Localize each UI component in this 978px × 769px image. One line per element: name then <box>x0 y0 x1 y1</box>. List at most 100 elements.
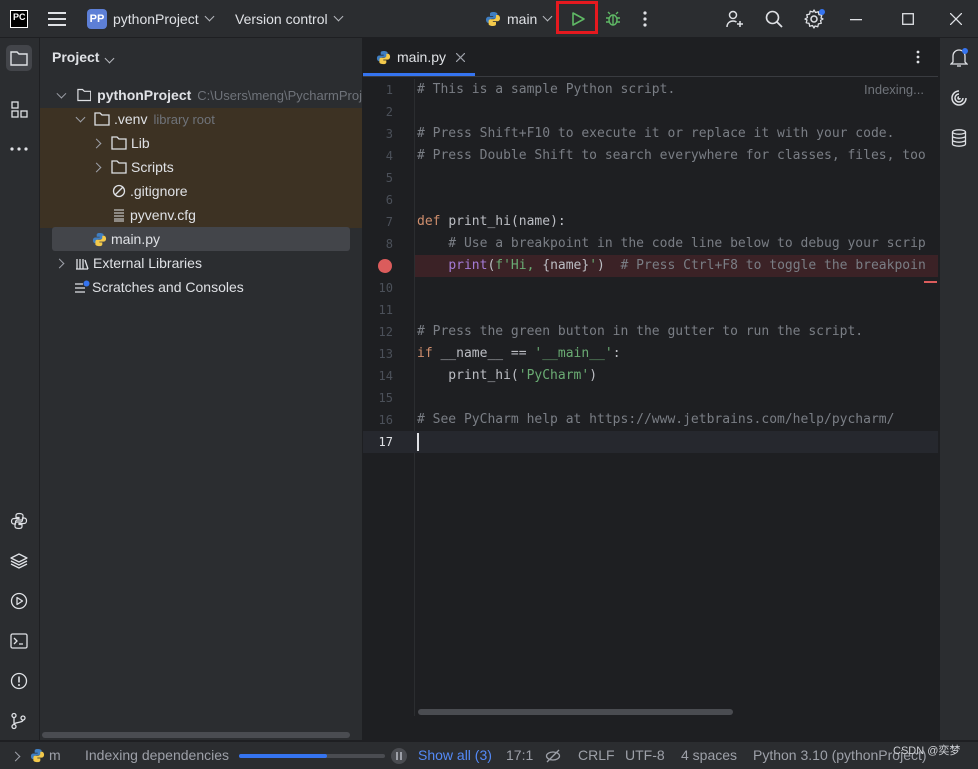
tab-main-py[interactable]: main.py <box>363 38 475 76</box>
tree-item-main-py[interactable]: main.py <box>40 227 362 251</box>
tree-item-lib[interactable]: Lib <box>40 131 362 155</box>
project-panel-header[interactable]: Project <box>52 49 115 65</box>
error-stripe-marker[interactable] <box>924 281 937 283</box>
line-number[interactable]: 8 <box>363 233 393 255</box>
line-separator[interactable]: CRLF <box>578 742 615 769</box>
close-button[interactable] <box>950 0 962 37</box>
tab-label: main.py <box>397 49 447 65</box>
project-panel-title: Project <box>52 49 100 65</box>
code-area[interactable]: # This is a sample Python script. # Pres… <box>417 79 937 719</box>
indent-setting[interactable]: 4 spaces <box>681 742 737 769</box>
chevron-right-icon <box>91 138 102 148</box>
folder-icon <box>10 51 28 66</box>
line-number[interactable]: 11 <box>363 299 393 321</box>
right-tool-strip <box>939 38 978 740</box>
more-vertical-icon <box>643 10 647 27</box>
version-control-menu[interactable]: Version control <box>235 0 344 37</box>
folder-icon <box>94 112 110 126</box>
string: '__main__' <box>534 346 613 361</box>
line-number[interactable]: 1 <box>363 79 393 101</box>
code-line-4: # Press Double Shift to search everywher… <box>417 145 926 167</box>
minimize-button[interactable] <box>850 0 862 37</box>
line-number[interactable]: 12 <box>363 321 393 343</box>
line-number[interactable]: 16 <box>363 409 393 431</box>
code-text: : <box>612 346 621 361</box>
add-user-icon <box>726 10 743 27</box>
pause-indexing-button[interactable] <box>391 748 407 764</box>
comment: # This is a sample Python script. <box>417 82 676 97</box>
run-circle-icon <box>10 592 28 610</box>
chevron-down-icon <box>204 11 215 22</box>
code-line-3: # Press Shift+F10 to execute it or repla… <box>417 123 894 145</box>
navigation-chevron-button[interactable] <box>10 742 21 769</box>
tree-item-scratches[interactable]: Scratches and Consoles <box>40 275 362 299</box>
tree-item-venv[interactable]: .venv library root <box>40 107 362 131</box>
line-number[interactable]: 3 <box>363 123 393 145</box>
notifications-button[interactable] <box>946 45 972 71</box>
debug-button[interactable] <box>604 0 622 37</box>
watermark: CSDN @奕梦 <box>893 745 961 757</box>
run-config-selector[interactable]: main <box>485 0 553 37</box>
file-encoding[interactable]: UTF-8 <box>625 742 665 769</box>
project-selector[interactable]: PP pythonProject <box>87 0 215 37</box>
breadcrumb[interactable]: m <box>30 742 61 769</box>
line-number[interactable]: 14 <box>363 365 393 387</box>
code-line-8: # Use a breakpoint in the code line belo… <box>417 233 926 255</box>
menu-icon <box>48 11 66 26</box>
hamburger-menu-button[interactable] <box>48 0 66 37</box>
more-tools-button[interactable] <box>6 136 32 162</box>
search-button[interactable] <box>764 0 784 37</box>
terminal-tool-button[interactable] <box>6 628 32 654</box>
line-number[interactable]: 7 <box>363 211 393 233</box>
project-tool-button[interactable] <box>6 45 32 71</box>
python-console-icon <box>10 512 28 530</box>
tree-item-label: .venv <box>114 111 148 127</box>
tree-item-tag: library root <box>153 111 215 127</box>
tree-item-external-libraries[interactable]: External Libraries <box>40 251 362 275</box>
tree-item-gitignore[interactable]: .gitignore <box>40 179 362 203</box>
line-number[interactable]: 2 <box>363 101 393 123</box>
add-user-button[interactable] <box>725 0 745 37</box>
close-tab-icon[interactable] <box>456 52 466 62</box>
database-button[interactable] <box>946 125 972 151</box>
comment: # Use a breakpoint in the code line belo… <box>417 236 926 251</box>
ai-assistant-button[interactable] <box>946 85 972 111</box>
line-number[interactable]: 4 <box>363 145 393 167</box>
python-packages-button[interactable] <box>6 508 32 534</box>
problems-tool-button[interactable] <box>6 668 32 694</box>
indexing-status: Indexing dependencies <box>85 747 230 763</box>
pause-icon <box>396 752 402 760</box>
line-number-gutter[interactable]: 1234567891011121314151617 <box>363 79 403 719</box>
main-menu-logo[interactable]: PC <box>10 0 28 37</box>
editor-horizontal-scrollbar[interactable] <box>418 709 733 715</box>
code-line-13: if __name__ == '__main__': <box>417 343 621 365</box>
inspection-toggle[interactable] <box>545 742 561 769</box>
tree-item-scripts[interactable]: Scripts <box>40 155 362 179</box>
settings-button[interactable] <box>803 0 825 37</box>
structure-tool-button[interactable] <box>6 96 32 122</box>
tab-options-button[interactable] <box>916 50 920 67</box>
tree-item-pyvenv-cfg[interactable]: pyvenv.cfg <box>40 203 362 227</box>
show-all-link[interactable]: Show all (3) <box>418 742 492 769</box>
chevron-right-icon <box>91 162 102 172</box>
no-inspection-icon <box>545 749 561 762</box>
tree-item-label: Scripts <box>131 159 174 175</box>
breakpoint-icon[interactable] <box>378 259 392 273</box>
line-number[interactable]: 6 <box>363 189 393 211</box>
more-actions-button[interactable] <box>643 0 647 37</box>
maximize-button[interactable] <box>902 0 914 37</box>
tree-item-pythonproject[interactable]: pythonProject C:\Users\meng\PycharmProj <box>40 83 362 107</box>
project-horizontal-scrollbar[interactable] <box>42 732 350 738</box>
layers-tool-button[interactable] <box>6 548 32 574</box>
bell-icon <box>950 48 968 67</box>
indexing-progress-fill <box>239 754 327 758</box>
line-number[interactable]: 15 <box>363 387 393 409</box>
line-number[interactable]: 5 <box>363 167 393 189</box>
line-number[interactable]: 13 <box>363 343 393 365</box>
line-number[interactable]: 17 <box>363 431 393 453</box>
services-tool-button[interactable] <box>6 588 32 614</box>
line-number[interactable]: 10 <box>363 277 393 299</box>
caret-position[interactable]: 17:1 <box>506 742 533 769</box>
git-tool-button[interactable] <box>6 708 32 734</box>
